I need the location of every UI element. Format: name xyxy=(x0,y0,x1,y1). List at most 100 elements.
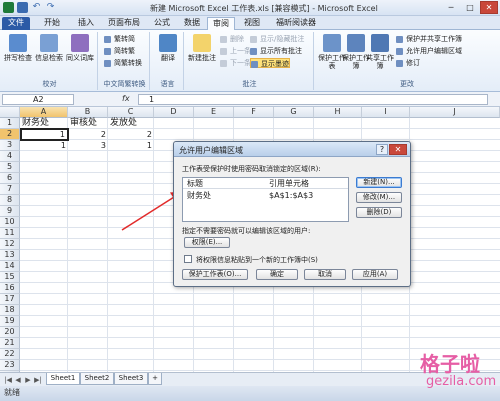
show-all-comments-button[interactable]: 显示所有批注 xyxy=(250,46,302,56)
name-box[interactable]: A2 xyxy=(2,94,74,105)
close-button[interactable]: ✕ xyxy=(480,1,498,14)
cell-c2[interactable]: 2 xyxy=(108,129,154,140)
column-header[interactable]: H xyxy=(314,107,362,118)
range-list[interactable]: 标题 引用单元格 财务处 $A$1:$A$3 xyxy=(182,177,349,222)
row-header[interactable]: 14 xyxy=(0,261,20,272)
new-range-button[interactable]: 新建(N)... xyxy=(356,177,402,188)
tab-data[interactable]: 数据 xyxy=(180,17,204,30)
next-comment-button[interactable]: 下一条 xyxy=(220,58,251,68)
row-header[interactable]: 23 xyxy=(0,360,20,371)
tab-view[interactable]: 视图 xyxy=(240,17,264,30)
protect-share-button[interactable]: 保护并共享工作簿 xyxy=(396,34,462,44)
row-header[interactable]: 1 xyxy=(0,118,20,129)
row-gridline xyxy=(20,326,500,327)
row-header[interactable]: 3 xyxy=(0,140,20,151)
tab-formulas[interactable]: 公式 xyxy=(150,17,174,30)
cell-c3[interactable]: 1 xyxy=(108,140,154,151)
column-header[interactable]: D xyxy=(154,107,194,118)
row-header[interactable]: 22 xyxy=(0,349,20,360)
row-header[interactable]: 16 xyxy=(0,283,20,294)
fx-icon[interactable]: fx xyxy=(122,94,130,103)
to-simplified-button[interactable]: 简转繁 xyxy=(104,46,135,56)
select-all-corner[interactable] xyxy=(0,107,20,118)
tab-review[interactable]: 审阅 xyxy=(207,17,235,30)
column-header[interactable]: G xyxy=(274,107,314,118)
ok-button[interactable]: 确定 xyxy=(256,269,298,280)
row-header[interactable]: 5 xyxy=(0,162,20,173)
column-header[interactable]: I xyxy=(362,107,410,118)
protect-sheet-dialog-button[interactable]: 保护工作表(O)... xyxy=(182,269,248,280)
to-traditional-button[interactable]: 繁转简 xyxy=(104,34,135,44)
last-sheet-icon[interactable]: ▶| xyxy=(34,376,42,384)
allow-ranges-button[interactable]: 允许用户编辑区域 xyxy=(396,46,462,56)
new-comment-button[interactable]: 新建批注 xyxy=(188,34,216,62)
previous-comment-button[interactable]: 上一条 xyxy=(220,46,251,56)
modify-range-button[interactable]: 修改(M)... xyxy=(356,192,402,203)
row-header[interactable]: 8 xyxy=(0,195,20,206)
maximize-button[interactable]: □ xyxy=(461,1,479,14)
row-header[interactable]: 4 xyxy=(0,151,20,162)
column-header[interactable]: B xyxy=(68,107,108,118)
sheet-tab[interactable]: Sheet3 xyxy=(114,373,148,385)
cell-b3[interactable]: 3 xyxy=(68,140,108,151)
help-button[interactable]: ? xyxy=(376,144,388,155)
tab-page-layout[interactable]: 页面布局 xyxy=(106,17,142,30)
cell-b2[interactable]: 2 xyxy=(68,129,108,140)
row-header[interactable]: 12 xyxy=(0,239,20,250)
row-header[interactable]: 6 xyxy=(0,173,20,184)
row-header[interactable]: 19 xyxy=(0,316,20,327)
translate-button[interactable]: 翻译 xyxy=(154,34,182,62)
track-changes-button[interactable]: 修订 xyxy=(396,58,420,68)
tab-foxit-reader[interactable]: 福昕阅读器 xyxy=(272,17,320,30)
row-header[interactable]: 9 xyxy=(0,206,20,217)
cell-b1[interactable]: 审核处 xyxy=(70,118,108,129)
first-sheet-icon[interactable]: |◀ xyxy=(4,376,12,384)
column-header[interactable]: F xyxy=(234,107,274,118)
row-header[interactable]: 10 xyxy=(0,217,20,228)
row-header[interactable]: 2 xyxy=(0,129,20,140)
row-header[interactable]: 21 xyxy=(0,338,20,349)
research-button[interactable]: 信息检索 xyxy=(35,34,63,62)
tab-insert[interactable]: 插入 xyxy=(74,17,98,30)
delete-range-button[interactable]: 删除(D) xyxy=(356,207,402,218)
prev-sheet-icon[interactable]: ◀ xyxy=(14,376,22,384)
row-header[interactable]: 15 xyxy=(0,272,20,283)
column-header[interactable]: A xyxy=(20,107,68,118)
next-sheet-icon[interactable]: ▶ xyxy=(24,376,32,384)
convert-button[interactable]: 简繁转换 xyxy=(104,58,142,68)
sheet-tab[interactable]: Sheet2 xyxy=(80,373,114,385)
cell-c1[interactable]: 发放处 xyxy=(110,118,154,129)
column-header[interactable]: E xyxy=(194,107,234,118)
sheet-tab[interactable]: Sheet1 xyxy=(46,373,80,385)
row-header[interactable]: 17 xyxy=(0,294,20,305)
column-header[interactable]: J xyxy=(410,107,500,118)
paste-permissions-checkbox[interactable] xyxy=(184,255,192,263)
row-header[interactable]: 13 xyxy=(0,250,20,261)
apply-button[interactable]: 应用(A) xyxy=(352,269,398,280)
share-workbook-button[interactable]: 共享工作簿 xyxy=(366,34,394,70)
dialog-close-button[interactable]: ✕ xyxy=(389,144,407,155)
cancel-button[interactable]: 取消 xyxy=(304,269,346,280)
redo-icon[interactable]: ↷ xyxy=(45,2,56,13)
undo-icon[interactable]: ↶ xyxy=(31,2,42,13)
thesaurus-button[interactable]: 同义词库 xyxy=(66,34,94,62)
permissions-button[interactable]: 权限(E)... xyxy=(184,237,230,248)
tab-file[interactable]: 文件 xyxy=(2,17,30,30)
row-header[interactable]: 11 xyxy=(0,228,20,239)
cell-a3[interactable]: 1 xyxy=(20,140,68,151)
show-hide-comment-button[interactable]: 显示/隐藏批注 xyxy=(250,34,304,44)
spellcheck-button[interactable]: 拼写检查 xyxy=(4,34,32,62)
range-list-item[interactable]: 财务处 $A$1:$A$3 xyxy=(183,190,348,201)
watermark-url: gezila.com xyxy=(426,374,497,389)
delete-comment-button[interactable]: 删除 xyxy=(220,34,244,44)
formula-input[interactable]: 1 xyxy=(138,94,488,105)
minimize-button[interactable]: ─ xyxy=(442,1,460,14)
show-ink-button[interactable]: 显示墨迹 xyxy=(250,58,290,68)
row-header[interactable]: 20 xyxy=(0,327,20,338)
column-header[interactable]: C xyxy=(108,107,154,118)
save-icon[interactable] xyxy=(17,2,28,13)
insert-sheet-icon[interactable]: + xyxy=(148,373,162,385)
row-header[interactable]: 7 xyxy=(0,184,20,195)
tab-home[interactable]: 开始 xyxy=(40,17,64,30)
row-header[interactable]: 18 xyxy=(0,305,20,316)
